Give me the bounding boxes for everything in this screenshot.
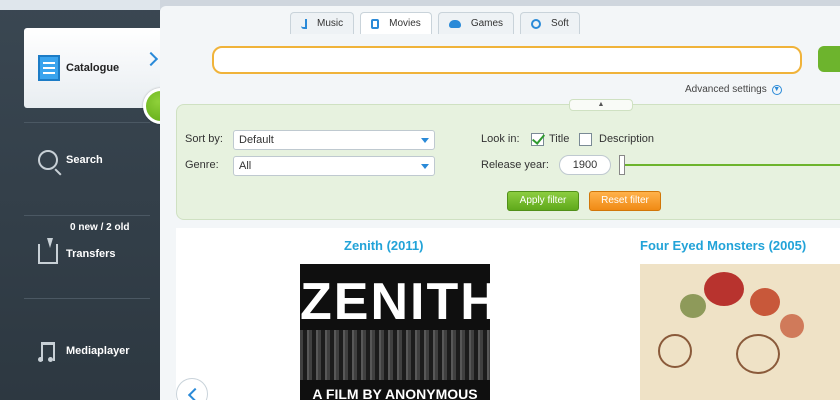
tab-music[interactable]: Music (290, 12, 355, 34)
soft-icon (531, 18, 542, 29)
poster-flower (658, 334, 692, 368)
collapse-filter-button[interactable]: ▲ (569, 99, 633, 111)
description-checkbox[interactable] (579, 133, 592, 146)
poster-subtitle-text: A FILM BY ANONYMOUS (312, 386, 478, 400)
genre-value: All (239, 160, 252, 172)
music-note-icon (38, 340, 58, 362)
search-button[interactable] (818, 46, 840, 72)
divider (24, 215, 150, 216)
genre-select[interactable]: All (233, 156, 435, 176)
release-year-label: Release year: (481, 159, 549, 171)
tab-label: Music (317, 18, 344, 29)
advanced-settings-link[interactable]: Advanced settings ▼ (685, 84, 782, 95)
sidebar-item-label: Catalogue (66, 62, 120, 74)
release-year-slider-track[interactable] (625, 164, 840, 166)
main-panel: Music Movies Games Soft Advanced setting… (160, 6, 840, 400)
catalogue-icon (38, 55, 60, 81)
sort-by-select[interactable]: Default (233, 130, 435, 150)
search-icon (38, 150, 58, 170)
tab-label: Soft (551, 18, 569, 29)
gamepad-icon (448, 19, 461, 28)
poster-flower (736, 334, 780, 374)
poster-flower (750, 288, 780, 316)
dropdown-arrow-icon (421, 164, 429, 169)
tab-label: Games (470, 18, 504, 29)
film-title-link[interactable]: Zenith (2011) (344, 238, 423, 253)
search-input[interactable] (212, 46, 802, 74)
chevron-down-icon: ▼ (771, 84, 782, 95)
film-poster[interactable] (640, 264, 840, 400)
download-tray-icon (38, 238, 58, 264)
tab-movies[interactable]: Movies (360, 12, 432, 34)
apply-filter-button[interactable]: Apply filter (507, 191, 579, 211)
genre-label: Genre: (185, 159, 219, 171)
film-icon (371, 18, 380, 29)
music-note-icon (301, 18, 307, 29)
divider (24, 298, 150, 299)
dropdown-arrow-icon (421, 138, 429, 143)
description-option-label: Description (599, 133, 655, 145)
tab-games[interactable]: Games (437, 12, 515, 34)
sidebar-item-search[interactable]: Search (38, 150, 164, 170)
filter-panel: ▲ Sort by: Default Genre: All Look in: T… (176, 99, 840, 220)
look-in-label: Look in: (481, 133, 520, 145)
sidebar-item-catalogue[interactable]: Catalogue (24, 28, 162, 108)
category-tabs: Music Movies Games Soft (290, 12, 580, 34)
film-poster[interactable]: ZENITH A FILM BY ANONYMOUS (300, 264, 490, 400)
advanced-settings-label: Advanced settings (685, 84, 767, 95)
results-area: Zenith (2011) ZENITH A FILM BY ANONYMOUS… (176, 228, 840, 400)
sidebar-item-label: Search (66, 154, 103, 166)
tab-soft[interactable]: Soft (520, 12, 580, 34)
title-option-label: Title (549, 133, 570, 145)
poster-flower (780, 314, 804, 338)
poster-flower (704, 272, 744, 306)
poster-title-text: ZENITH (300, 273, 490, 331)
sidebar-item-transfers[interactable]: Transfers (38, 238, 164, 264)
sidebar: Catalogue Search 0 new / 2 old Transfers… (0, 0, 179, 400)
transfers-count-text: 0 new / 2 old (70, 222, 130, 233)
sidebar-top-strip (0, 0, 160, 10)
sidebar-item-label: Transfers (66, 248, 116, 260)
poster-flower (680, 294, 706, 318)
sort-by-value: Default (239, 134, 274, 146)
film-title-link[interactable]: Four Eyed Monsters (2005) (640, 238, 806, 253)
sidebar-item-label: Mediaplayer (66, 345, 130, 357)
tab-label: Movies (389, 18, 421, 29)
title-checkbox[interactable] (531, 133, 544, 146)
reset-filter-button[interactable]: Reset filter (589, 191, 661, 211)
sort-by-label: Sort by: (185, 133, 223, 145)
poster-cityscape (300, 330, 490, 380)
divider (24, 122, 150, 123)
sidebar-item-mediaplayer[interactable]: Mediaplayer (38, 340, 164, 362)
release-year-input[interactable]: 1900 (559, 155, 611, 175)
